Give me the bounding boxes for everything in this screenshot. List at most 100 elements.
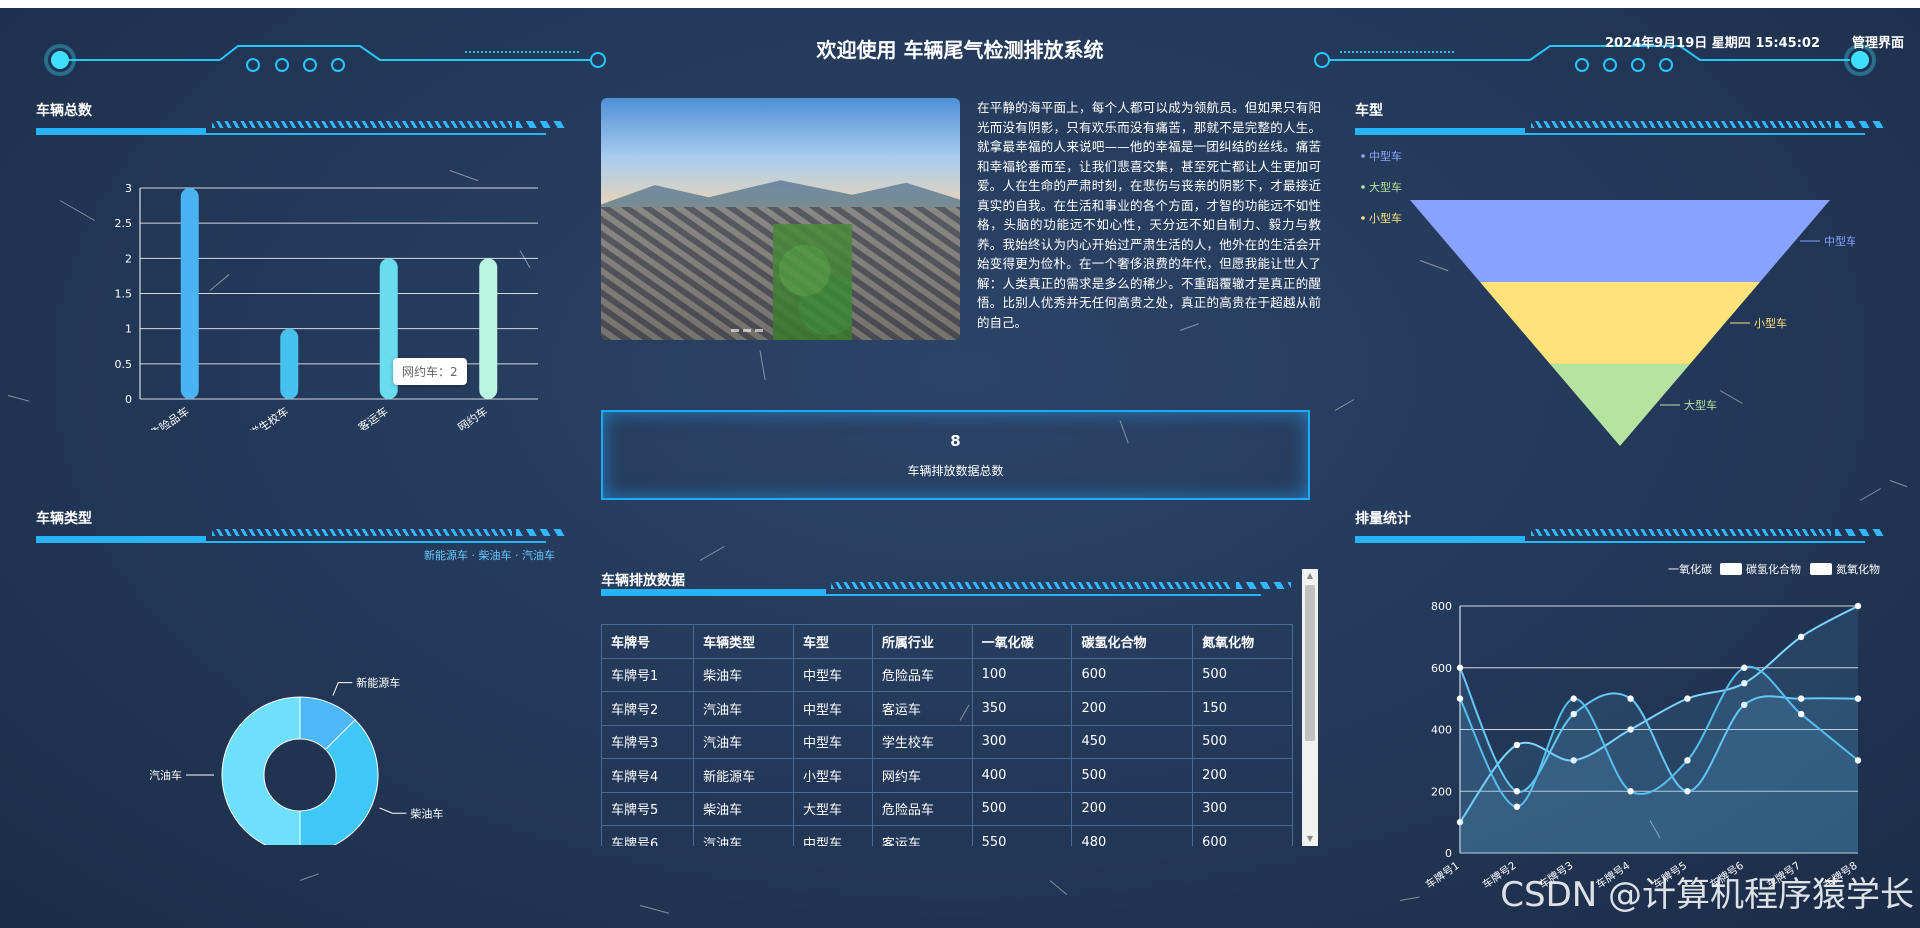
table-cell: 500: [1071, 758, 1194, 793]
table-header-cell: 碳氢化合物: [1071, 624, 1194, 659]
y-tick-label: 800: [1431, 600, 1452, 613]
y-tick-label: 1.5: [115, 288, 133, 301]
table-header-cell: 氮氧化物: [1192, 624, 1293, 659]
data-point[interactable]: [1627, 695, 1634, 702]
x-tick-label: 客运车: [355, 404, 390, 430]
data-point[interactable]: [1627, 788, 1634, 795]
funnel-legend-dot: [1361, 185, 1365, 189]
table-cell: 柴油车: [693, 791, 794, 826]
data-point[interactable]: [1513, 803, 1521, 810]
table-cell: 450: [1071, 724, 1194, 759]
funnel-legend-label: 大型车: [1369, 180, 1402, 194]
chart-car-model: 中型车大型车小型车中型车小型车大型车: [1361, 149, 1855, 446]
scenery-photo: [601, 98, 960, 340]
stat-box: 8 车辆排放数据总数: [601, 410, 1310, 500]
data-point[interactable]: [1684, 757, 1691, 764]
panel-deco-car-model: [1355, 121, 1885, 135]
data-point[interactable]: [1797, 633, 1805, 641]
admin-link[interactable]: 管理界面: [1852, 32, 1904, 51]
datetime-readout: 2024年9月19日 星期四 15:45:02: [1604, 36, 1820, 51]
bar[interactable]: [280, 328, 299, 399]
data-point[interactable]: [1797, 695, 1805, 702]
x-tick-label: 学生校车: [247, 404, 291, 430]
table-cell: 客运车: [871, 691, 973, 726]
data-point[interactable]: [1854, 757, 1862, 764]
data-point[interactable]: [1854, 695, 1862, 702]
pie-label-line: [379, 807, 407, 814]
table-scrollbar[interactable]: ▲ ▼: [1302, 569, 1318, 846]
table-cell: 中型车: [792, 657, 873, 692]
panel-deco-emission-data: [601, 582, 1291, 596]
pie-label-line: [332, 682, 353, 696]
y-tick-label: 1: [125, 323, 132, 336]
chart-total: 0 0.5 1 1.5 2 2.5 3 危险品车 学生校车 客运车 网约车: [115, 182, 538, 430]
background-streak: [639, 905, 670, 914]
table-row: 车牌号3 汽油车 中型车 学生校车 300 450 500: [601, 724, 1293, 759]
table-cell: 客运车: [871, 825, 973, 846]
table-cell: 200: [1071, 691, 1194, 726]
table-header-cell: 车牌号: [601, 624, 695, 659]
table-cell: 汽油车: [693, 825, 794, 846]
scroll-up-icon[interactable]: ▲: [1302, 569, 1318, 583]
table-cell: 危险品车: [871, 657, 973, 692]
panel-title-total: 车辆总数: [36, 103, 92, 119]
table-header-row: 车牌号 车辆类型 车型 所属行业 一氧化碳 碳氢化合物 氮氧化物: [601, 624, 1293, 659]
table-header-cell: 所属行业: [871, 624, 973, 659]
panel-title-emission-stats: 排量统计: [1355, 511, 1411, 527]
y-tick-label: 2.5: [115, 217, 133, 230]
scroll-thumb[interactable]: [1305, 585, 1315, 741]
data-point[interactable]: [1797, 710, 1805, 718]
data-point[interactable]: [1741, 664, 1748, 671]
data-point[interactable]: [1513, 741, 1521, 749]
background-streak: [7, 395, 30, 402]
x-tick-label: 车牌号1: [1423, 859, 1462, 890]
bar-tooltip: 网约车：2: [393, 358, 467, 385]
bar[interactable]: [479, 258, 498, 399]
table-cell: 车牌号2: [601, 691, 695, 726]
table-cell: 600: [1071, 657, 1194, 692]
data-point[interactable]: [1854, 602, 1862, 610]
line-legend-item[interactable]: 氮氧化物: [1810, 561, 1880, 577]
table-cell: 汽油车: [693, 691, 794, 726]
panel-deco-total: [36, 121, 566, 135]
table-cell: 车牌号1: [601, 657, 695, 692]
data-point[interactable]: [1513, 788, 1521, 795]
data-point[interactable]: [1684, 695, 1691, 702]
pie-label: 汽油车: [150, 768, 182, 782]
table-cell: 网约车: [871, 758, 973, 793]
table-cell: 300: [1192, 791, 1293, 826]
funnel-segment[interactable]: [1480, 282, 1760, 364]
table-row: 车牌号2 汽油车 中型车 客运车 350 200 150: [601, 691, 1293, 726]
table-header-cell: 车型: [792, 624, 873, 659]
table-row: 车牌号6 汽油车 中型车 客运车 550 480 600: [601, 825, 1293, 846]
table-cell: 车牌号5: [601, 791, 695, 826]
line-legend-item[interactable]: 一氧化碳: [1668, 561, 1712, 577]
line-legend-item[interactable]: 碳氢化合物: [1720, 561, 1801, 577]
panel-deco-vehicle-type: [36, 529, 566, 543]
table-cell: 500: [1192, 724, 1293, 759]
data-point[interactable]: [1570, 695, 1577, 702]
panel-title-car-model: 车型: [1355, 103, 1383, 119]
data-point[interactable]: [1456, 664, 1464, 671]
table-cell: 柴油车: [693, 657, 794, 692]
background-streak: [1859, 488, 1882, 501]
data-point[interactable]: [1456, 695, 1464, 702]
table-cell: 中型车: [792, 825, 873, 846]
watermark: CSDN @计算机程序猿学长: [1500, 875, 1914, 915]
background-streak: [699, 546, 725, 561]
funnel-segment[interactable]: [1410, 200, 1830, 282]
carousel-dots[interactable]: [731, 329, 763, 332]
header: 欢迎使用 车辆尾气检测排放系统 2024年9月19日 星期四 15:45:02 …: [0, 8, 1920, 78]
table-cell: 300: [971, 724, 1073, 759]
scroll-down-icon[interactable]: ▼: [1302, 832, 1318, 846]
table-cell: 100: [971, 657, 1073, 692]
bar[interactable]: [180, 188, 199, 399]
stat-value: 8: [950, 432, 961, 450]
y-tick-label: 0: [125, 393, 132, 406]
funnel-legend-dot: [1361, 216, 1365, 220]
background-streak: [1399, 896, 1420, 901]
pie-slice[interactable]: [221, 696, 301, 845]
chart-emission-stats: 0200400600800车牌号1 车牌号2 车牌号3 车牌号4 车牌号5 车牌号6 车牌号…: [1423, 600, 1862, 890]
y-tick-label: 200: [1431, 785, 1452, 798]
background-streak: [1334, 399, 1355, 411]
